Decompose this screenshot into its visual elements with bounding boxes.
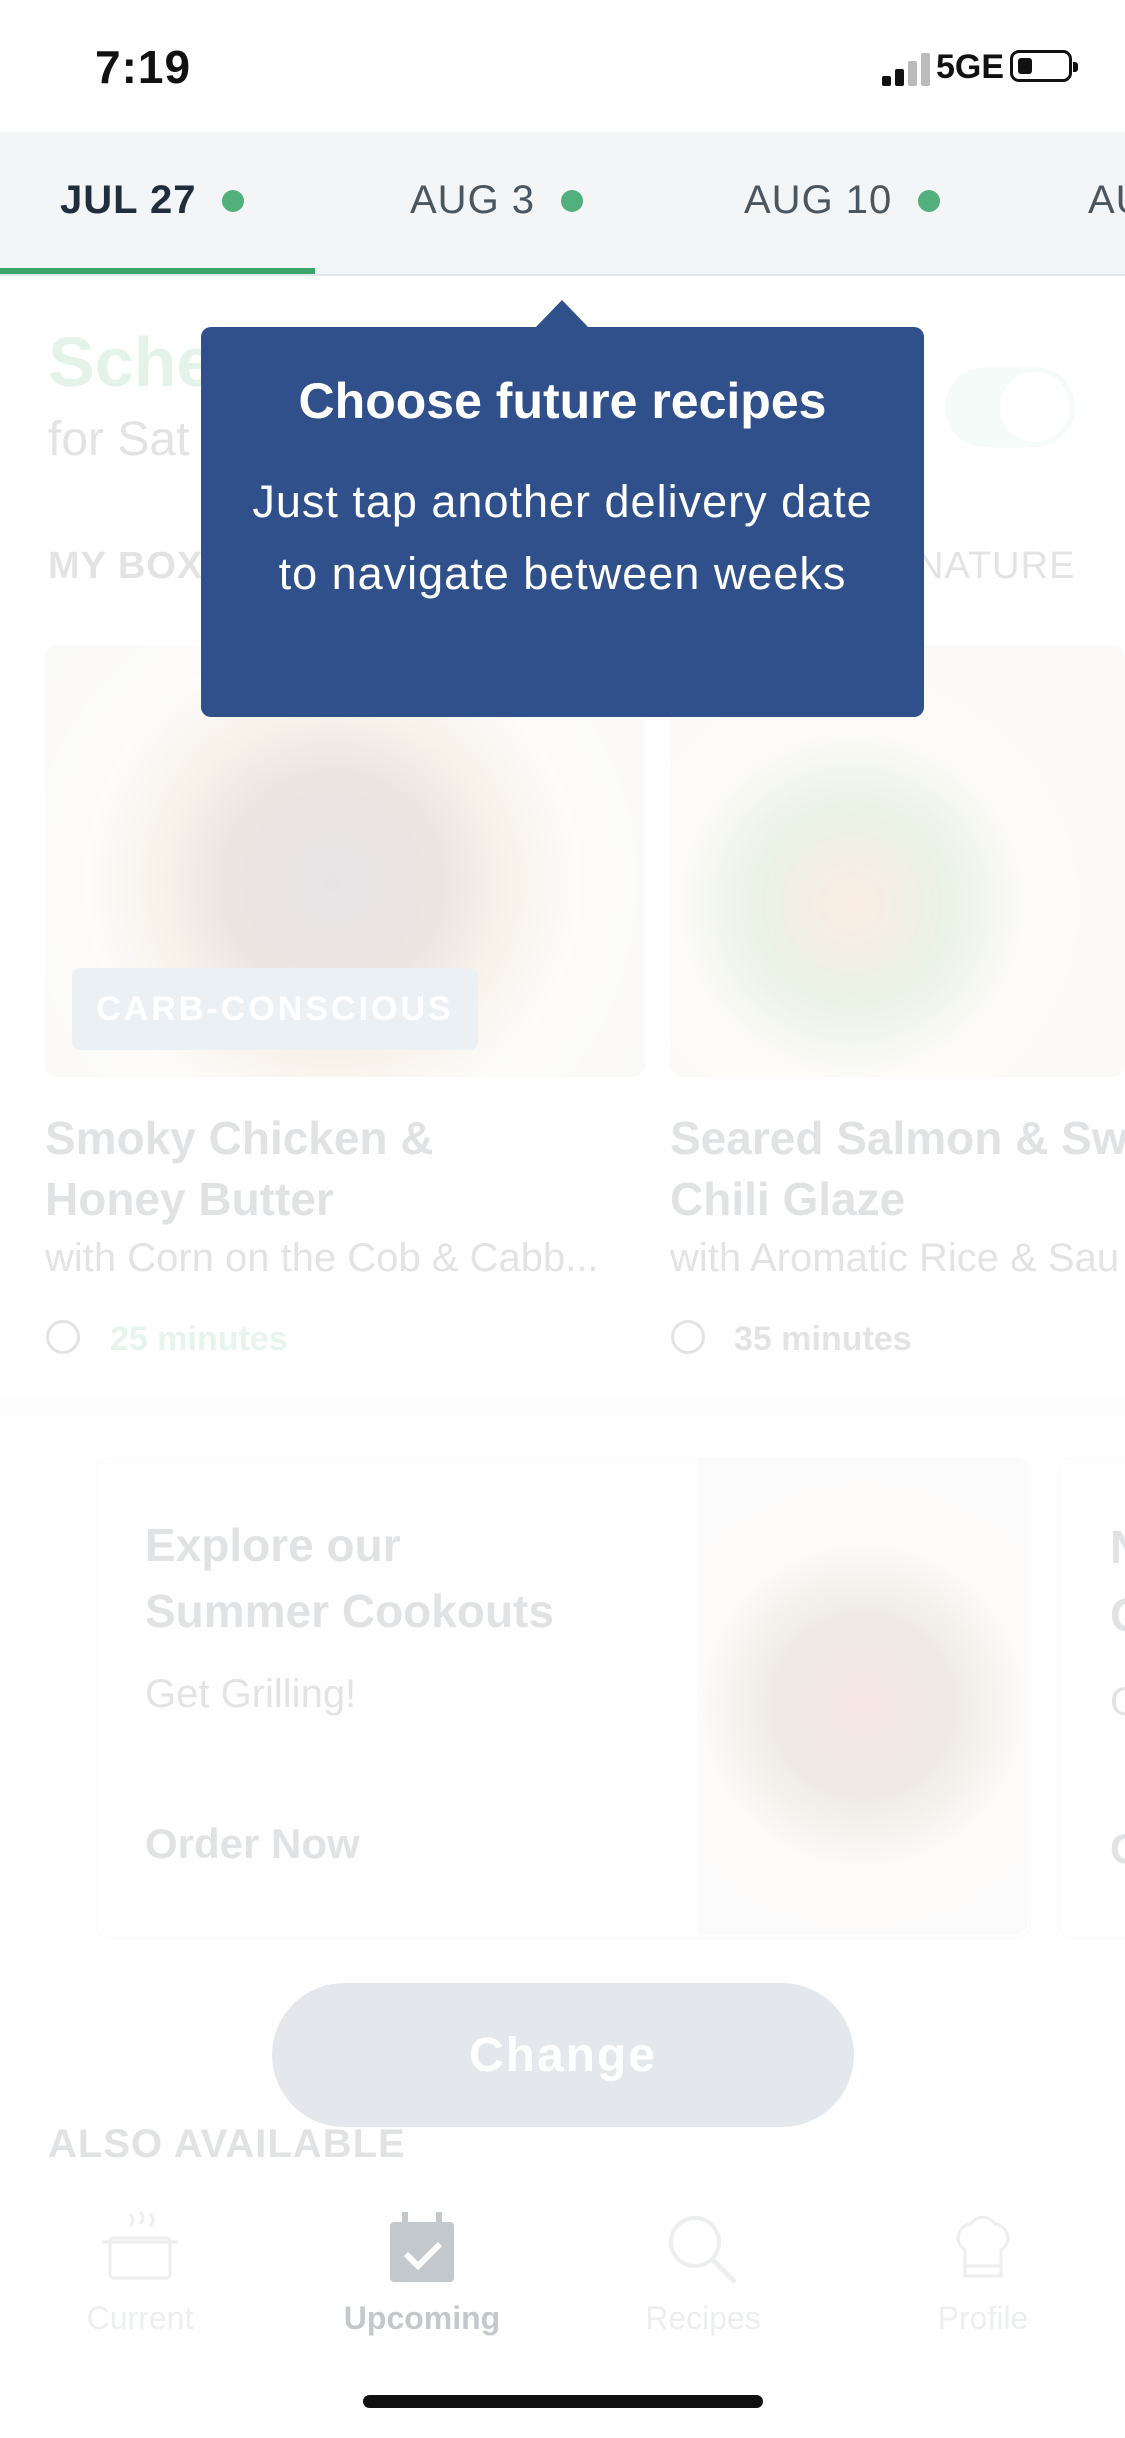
schedule-subtitle: for Sat <box>48 413 190 466</box>
date-tab-label: AU <box>1088 178 1125 222</box>
recipe-title-line: Chili Glaze <box>670 1173 906 1225</box>
delivery-date-tabs: JUL 27 AUG 3 AUG 10 AU <box>0 132 1125 276</box>
date-tab-aug-3[interactable]: AUG 3 <box>410 178 584 223</box>
recipe-title-line: Seared Salmon & Swe <box>670 1112 1125 1164</box>
date-tab-label: JUL 27 <box>60 178 197 222</box>
date-tab-label: AUG 3 <box>410 178 536 222</box>
home-indicator[interactable] <box>363 2395 763 2408</box>
date-tab-aug-10[interactable]: AUG 10 <box>744 178 941 223</box>
dot-icon <box>561 189 584 212</box>
date-tab-label: AUG 10 <box>744 178 893 222</box>
promo-order-now-link[interactable]: Order Now <box>145 1820 360 1868</box>
schedule-toggle[interactable] <box>945 367 1075 447</box>
clock-icon <box>671 1320 705 1354</box>
pot-icon <box>102 2210 178 2280</box>
nav-profile[interactable]: Profile <box>883 2210 1083 2337</box>
next-promo-text: C <box>1110 1825 1125 1873</box>
next-promo-text: N <box>1110 1520 1125 1574</box>
status-time: 7:19 <box>95 41 192 93</box>
nav-label: Current <box>86 2300 194 2336</box>
clock-icon <box>46 1320 80 1354</box>
nav-current[interactable]: Current <box>40 2210 240 2337</box>
tooltip-arrow <box>535 300 589 328</box>
dot-icon <box>222 189 245 212</box>
battery-icon <box>1010 50 1078 82</box>
calendar-check-icon <box>390 2212 454 2282</box>
recipe-title[interactable]: Seared Salmon & Swe Chili Glaze <box>670 1108 1125 1230</box>
schedule-title: Sche <box>48 323 216 401</box>
promo-subtitle: Get Grilling! <box>145 1672 357 1716</box>
recipe-title-line: Smoky Chicken & <box>45 1112 434 1164</box>
tab-my-box[interactable]: MY BOX <box>48 545 203 588</box>
recipe-subtitle: with Corn on the Cob & Cabb... <box>45 1236 599 1280</box>
section-divider <box>0 1395 1125 1417</box>
chef-hat-icon <box>956 2215 1010 2278</box>
nav-recipes[interactable]: Recipes <box>603 2210 803 2337</box>
tooltip-body: Just tap another delivery date to naviga… <box>252 476 873 599</box>
cellular-signal-icon <box>882 53 930 86</box>
nav-label: Recipes <box>645 2300 761 2336</box>
promo-title-line: Explore our <box>145 1519 401 1571</box>
recipe-time: 25 minutes <box>110 1320 288 1358</box>
also-available-heading: ALSO AVAILABLE <box>48 2122 406 2166</box>
search-icon <box>669 2216 737 2284</box>
date-tab-jul-27[interactable]: JUL 27 <box>60 178 245 223</box>
dot-icon <box>918 189 941 212</box>
nav-label: Profile <box>937 2300 1029 2336</box>
nav-label: Upcoming <box>343 2300 501 2336</box>
status-bar: 7:19 5GE <box>0 0 1125 132</box>
date-tab-next[interactable]: AU <box>1088 178 1125 223</box>
promo-title: Explore our Summer Cookouts <box>145 1512 645 1644</box>
change-button[interactable]: Change <box>272 1983 854 2127</box>
selected-tab-indicator <box>0 268 315 274</box>
tooltip-title: Choose future recipes <box>298 373 827 429</box>
nav-upcoming[interactable]: Upcoming <box>322 2210 522 2337</box>
promo-image <box>698 1457 1028 1935</box>
network-type: 5GE <box>936 48 1005 86</box>
promo-title-line: Summer Cookouts <box>145 1585 554 1637</box>
recipe-title[interactable]: Smoky Chicken & Honey Butter <box>45 1108 605 1230</box>
recipe-subtitle: with Aromatic Rice & Sau <box>670 1236 1120 1280</box>
next-promo-text: G <box>1110 1680 1125 1725</box>
tab-signature[interactable]: NATURE <box>916 545 1075 588</box>
recipe-time: 35 minutes <box>734 1320 912 1358</box>
next-promo-text: C <box>1110 1588 1125 1642</box>
recipe-badge: CARB-CONSCIOUS <box>72 968 478 1050</box>
recipe-title-line: Honey Butter <box>45 1173 334 1225</box>
